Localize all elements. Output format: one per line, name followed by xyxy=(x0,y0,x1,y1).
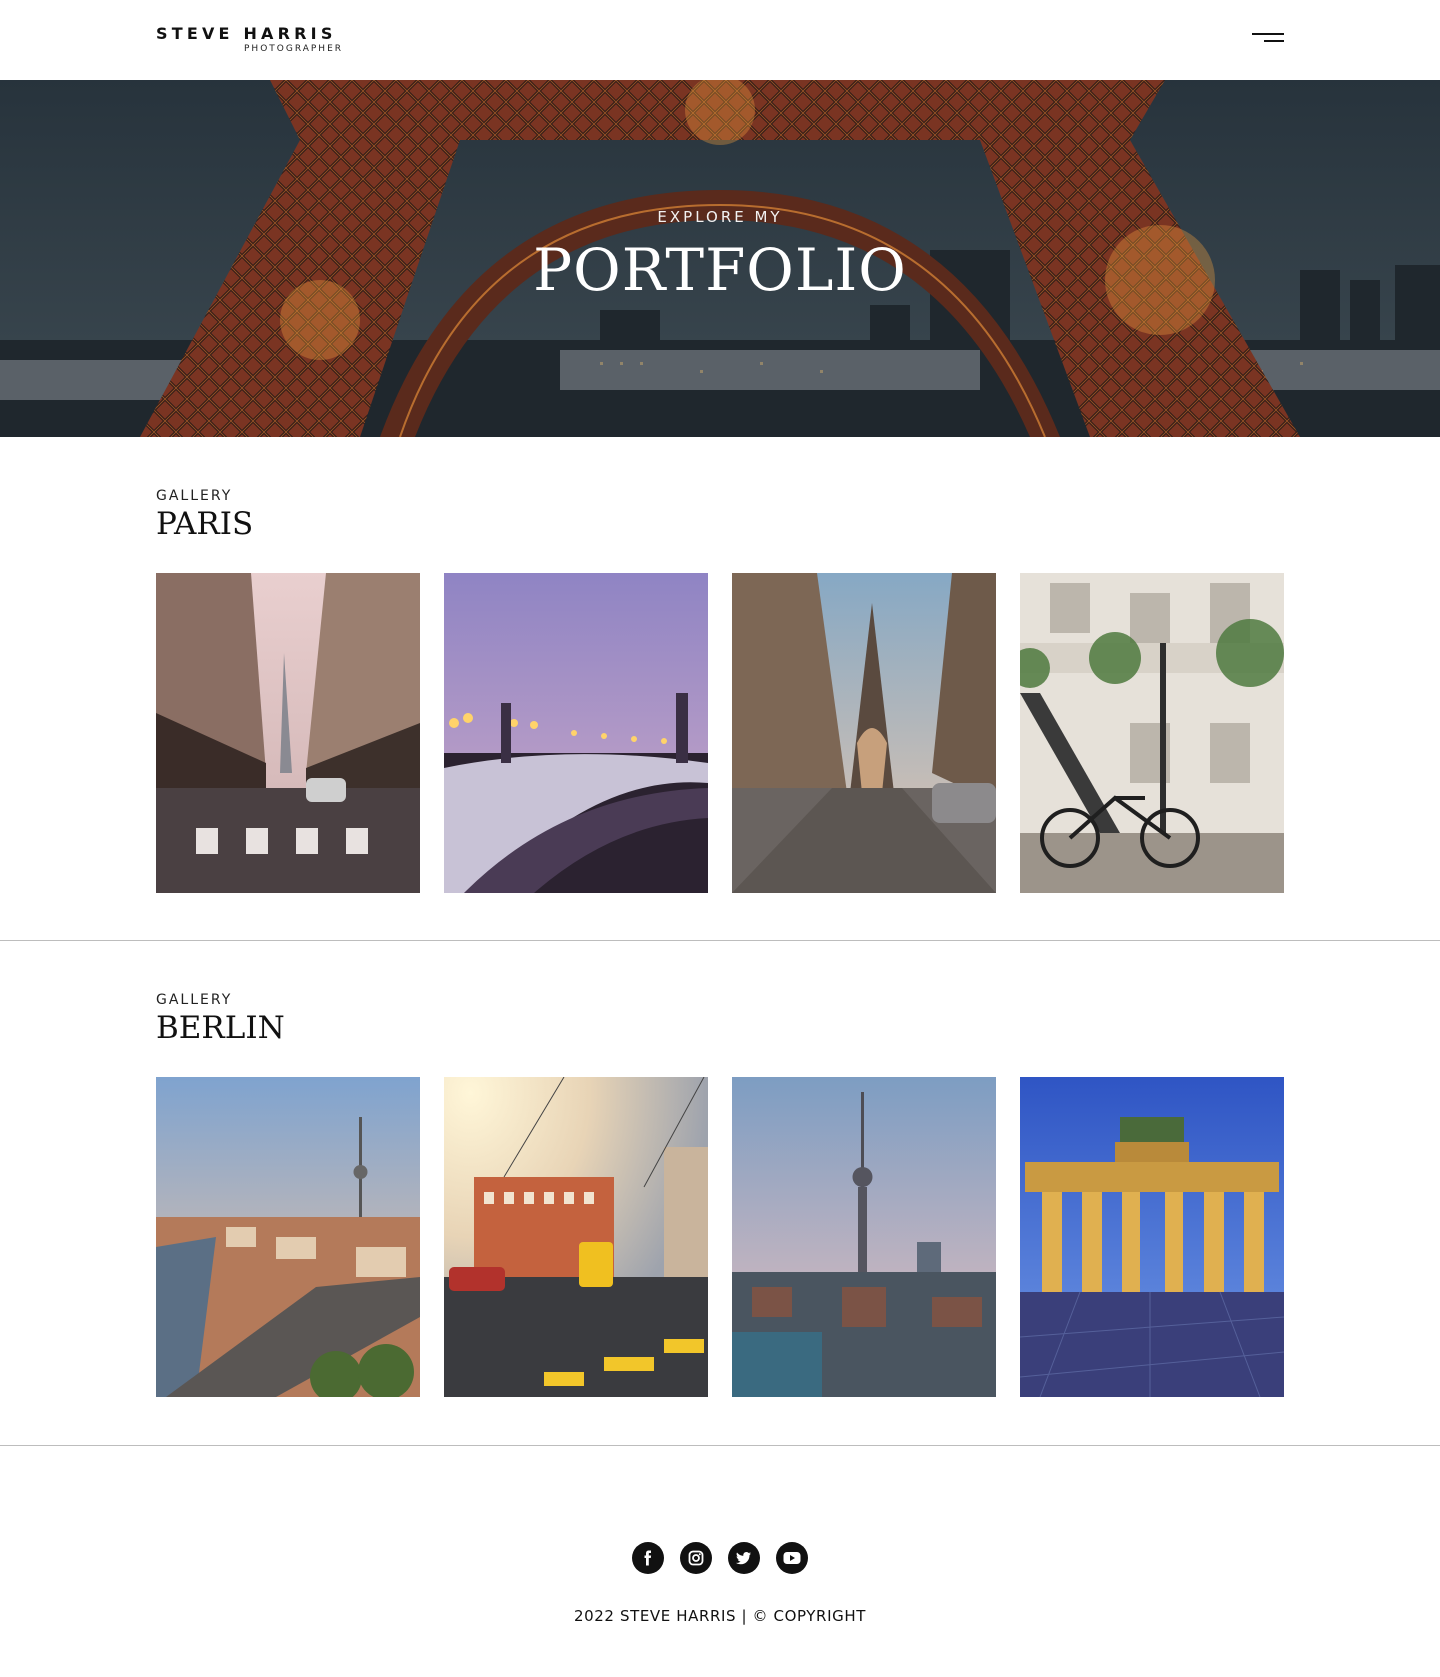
hero-subtitle: EXPLORE MY xyxy=(657,208,783,226)
berlin-photo-tram[interactable] xyxy=(444,1077,708,1397)
paris-photo-cobblestone[interactable] xyxy=(732,573,996,893)
youtube-icon[interactable] xyxy=(776,1542,808,1574)
site-header: STEVE HARRIS PHOTOGRAPHER xyxy=(0,0,1440,80)
gallery-label: GALLERY xyxy=(156,488,233,504)
facebook-icon[interactable] xyxy=(632,1542,664,1574)
copyright-text: 2022 STEVE HARRIS | © COPYRIGHT xyxy=(574,1607,866,1625)
site-logo[interactable]: STEVE HARRIS PHOTOGRAPHER xyxy=(156,24,348,54)
instagram-icon[interactable] xyxy=(680,1542,712,1574)
menu-line xyxy=(1264,40,1284,42)
menu-line xyxy=(1252,33,1284,35)
paris-photo-street[interactable] xyxy=(156,573,420,893)
brand-tagline: PHOTOGRAPHER xyxy=(244,44,344,54)
gallery-title-paris: PARIS xyxy=(156,506,254,542)
berlin-photo-aerial[interactable] xyxy=(156,1077,420,1397)
berlin-photo-brandenburg-gate[interactable] xyxy=(1020,1077,1284,1397)
section-divider xyxy=(0,940,1440,941)
gallery-label: GALLERY xyxy=(156,992,233,1008)
hero-banner: EXPLORE MY PORTFOLIO xyxy=(0,80,1440,437)
paris-photo-bridge[interactable] xyxy=(444,573,708,893)
hamburger-menu-icon[interactable] xyxy=(1246,28,1286,52)
brand-name: STEVE HARRIS xyxy=(156,24,337,43)
hero-title: PORTFOLIO xyxy=(533,236,907,304)
gallery-title-berlin: BERLIN xyxy=(156,1010,285,1046)
berlin-photo-tv-tower[interactable] xyxy=(732,1077,996,1397)
twitter-icon[interactable] xyxy=(728,1542,760,1574)
paris-photo-bicycle[interactable] xyxy=(1020,573,1284,893)
section-divider xyxy=(0,1445,1440,1446)
